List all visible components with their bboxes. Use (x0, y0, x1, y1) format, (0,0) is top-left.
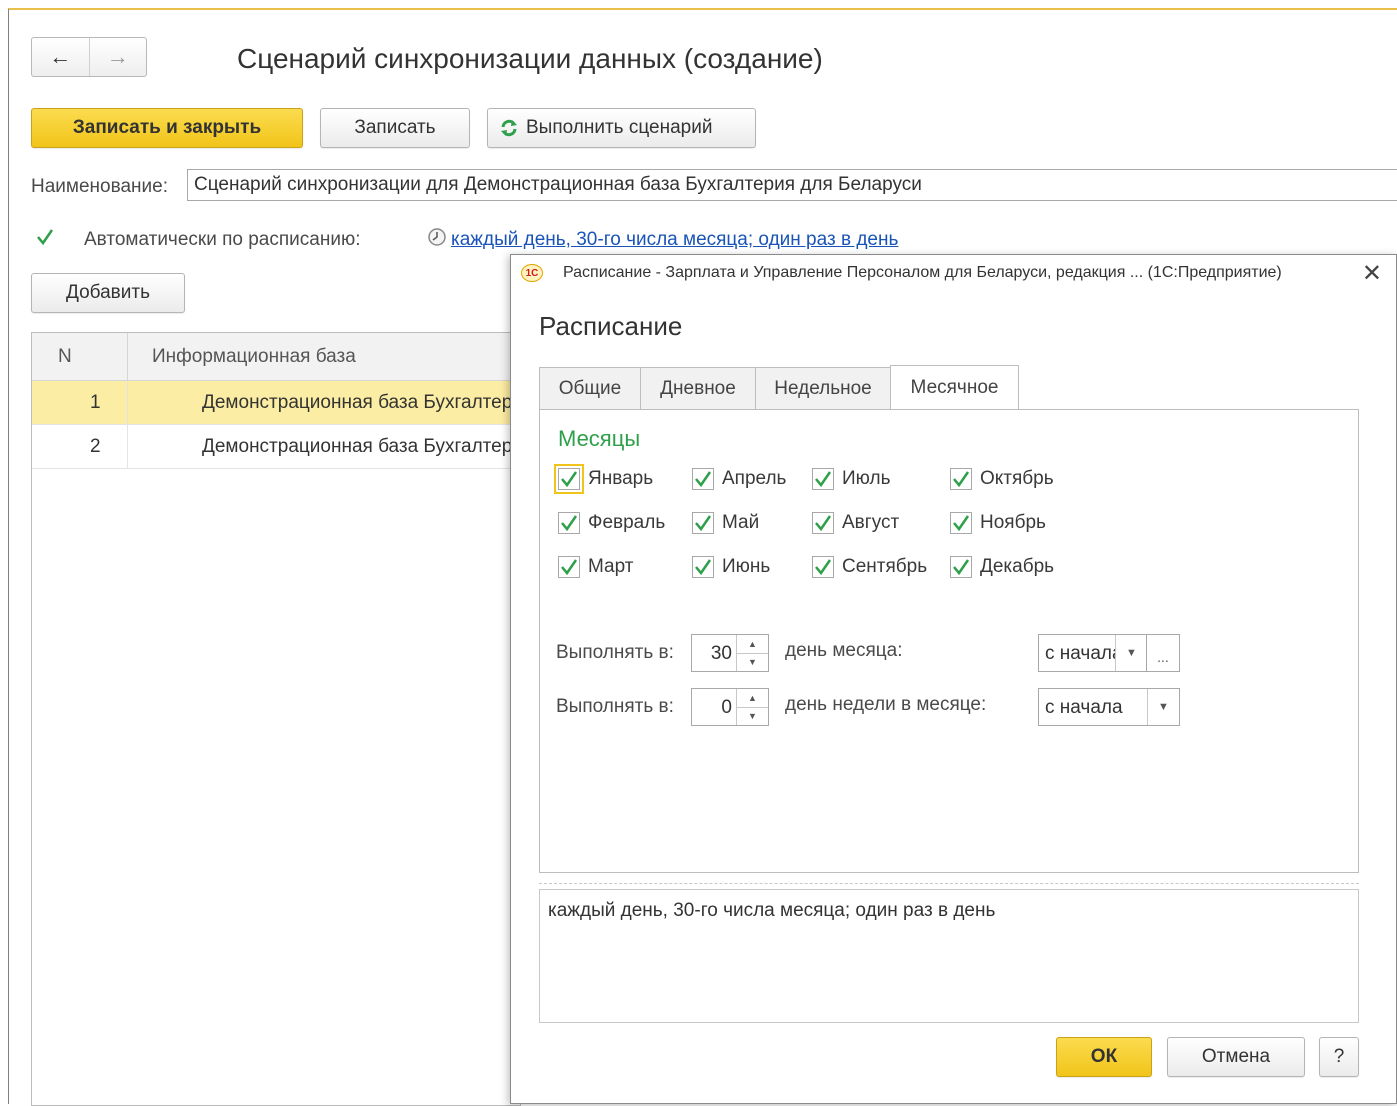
month-checkbox-january[interactable]: Январь (554, 464, 654, 494)
month-checkbox-december[interactable]: Декабрь (950, 552, 1054, 582)
refresh-icon (500, 119, 518, 137)
checkbox[interactable] (558, 556, 580, 578)
month-checkbox-june[interactable]: Июнь (692, 552, 770, 582)
tab-monthly[interactable]: Месячное (890, 365, 1019, 409)
spin-up-icon[interactable]: ▲ (737, 689, 768, 707)
dialog-titlebar[interactable]: 1С Расписание - Зарплата и Управление Пе… (511, 255, 1396, 293)
forward-arrow-icon[interactable]: → (88, 38, 147, 76)
dialog-heading: Расписание (539, 311, 683, 341)
checkbox[interactable] (950, 512, 972, 534)
info-bases-table: N Информационная база 1 Демонстрационная… (31, 332, 660, 1106)
month-label: Ноябрь (980, 512, 1046, 533)
schedule-dialog: 1С Расписание - Зарплата и Управление Пе… (510, 254, 1397, 1104)
spin-down-icon[interactable]: ▼ (737, 652, 768, 672)
monthly-tab-panel: Месяцы Январь Февраль Март Апрель Май Ию… (539, 409, 1359, 873)
table-row[interactable]: 1 Демонстрационная база Бухгалтерия для … (32, 381, 660, 425)
navigation-buttons: ← → (31, 37, 147, 77)
month-label: Апрель (722, 468, 787, 489)
day-of-month-stepper[interactable]: 30 ▲ ▼ (691, 634, 769, 672)
month-label: Октябрь (980, 468, 1054, 489)
tab-daily[interactable]: Дневное (640, 367, 756, 409)
help-button[interactable]: ? (1319, 1037, 1359, 1077)
month-checkbox-july[interactable]: Июль (812, 464, 890, 494)
divider (539, 883, 1359, 884)
checkbox[interactable] (692, 468, 714, 490)
row-number: 1 (90, 392, 101, 413)
schedule-link[interactable]: каждый день, 30-го числа месяца; один ра… (451, 229, 898, 251)
month-label: Июнь (722, 556, 771, 577)
month-checkbox-may[interactable]: Май (692, 508, 759, 538)
day-of-week-stepper[interactable]: 0 ▲ ▼ (691, 688, 769, 726)
month-label: Август (842, 512, 900, 533)
name-label: Наименование: (31, 176, 168, 197)
run-at-label: Выполнять в: (556, 642, 674, 663)
chevron-down-icon[interactable]: ▼ (1115, 635, 1147, 671)
checkbox[interactable] (554, 464, 584, 494)
day-of-week-label: день недели в месяце: (785, 694, 987, 715)
save-and-close-button[interactable]: Записать и закрыть (31, 108, 303, 148)
month-checkbox-march[interactable]: Март (558, 552, 633, 582)
run-scenario-label: Выполнить сценарий (526, 117, 713, 138)
month-checkbox-september[interactable]: Сентябрь (812, 552, 927, 582)
page-title: Сценарий синхронизации данных (создание) (237, 43, 823, 74)
month-label: Декабрь (980, 556, 1055, 577)
ellipsis-select-button[interactable]: ... (1146, 634, 1180, 672)
month-label: Январь (588, 468, 654, 489)
spin-down-icon[interactable]: ▼ (737, 706, 768, 726)
spin-up-icon[interactable]: ▲ (737, 635, 768, 653)
month-checkbox-february[interactable]: Февраль (558, 508, 665, 538)
month-checkbox-november[interactable]: Ноябрь (950, 508, 1046, 538)
checkbox[interactable] (812, 556, 834, 578)
tab-weekly[interactable]: Недельное (755, 367, 891, 409)
add-button[interactable]: Добавить (31, 273, 185, 313)
months-section-title: Месяцы (558, 426, 641, 451)
checkbox[interactable] (558, 512, 580, 534)
month-checkbox-april[interactable]: Апрель (692, 464, 786, 494)
day-of-month-from-select[interactable]: с начала ▼ (1038, 634, 1148, 672)
month-label: Март (588, 556, 634, 577)
day-of-week-value[interactable]: 0 (692, 689, 736, 725)
month-label: Сентябрь (842, 556, 928, 577)
dialog-window-title: Расписание - Зарплата и Управление Персо… (563, 264, 1282, 281)
column-header-info-base[interactable]: Информационная база (152, 346, 356, 368)
row-number: 2 (90, 436, 101, 457)
month-label: Июль (842, 468, 891, 489)
day-of-month-value[interactable]: 30 (692, 635, 736, 671)
column-header-n[interactable]: N (58, 346, 72, 368)
ok-button[interactable]: ОК (1056, 1037, 1152, 1077)
run-at-label: Выполнять в: (556, 696, 674, 717)
checkbox[interactable] (812, 512, 834, 534)
day-of-month-label: день месяца: (785, 640, 903, 661)
cancel-button[interactable]: Отмена (1167, 1037, 1305, 1077)
table-row[interactable]: 2 Демонстрационная база Бухгалтерия для … (32, 425, 660, 469)
day-of-month-from-value: с начала (1045, 643, 1115, 664)
tab-general[interactable]: Общие (539, 367, 641, 409)
close-icon[interactable]: ✕ (1362, 259, 1382, 288)
checkbox[interactable] (692, 512, 714, 534)
save-button[interactable]: Записать (320, 108, 470, 148)
auto-schedule-label: Автоматически по расписанию: (84, 229, 361, 250)
day-of-week-from-value: с начала (1045, 697, 1123, 718)
month-label: Май (722, 512, 760, 533)
table-header: N Информационная база (32, 333, 520, 381)
chevron-down-icon[interactable]: ▼ (1147, 689, 1179, 725)
1c-logo-icon: 1С (521, 264, 543, 282)
back-arrow-icon[interactable]: ← (32, 38, 89, 76)
schedule-description: каждый день, 30-го числа месяца; один ра… (539, 889, 1359, 1023)
run-scenario-button[interactable]: Выполнить сценарий (487, 108, 756, 148)
checkbox[interactable] (812, 468, 834, 490)
month-checkbox-october[interactable]: Октябрь (950, 464, 1054, 494)
checkbox[interactable] (692, 556, 714, 578)
month-label: Февраль (588, 512, 666, 533)
checkbox[interactable] (950, 556, 972, 578)
name-field[interactable]: Сценарий синхронизации для Демонстрацион… (187, 169, 1397, 201)
clock-icon (427, 227, 447, 253)
day-of-week-from-select[interactable]: с начала ▼ (1038, 688, 1180, 726)
month-checkbox-august[interactable]: Август (812, 508, 899, 538)
checkbox[interactable] (950, 468, 972, 490)
auto-schedule-checkbox[interactable] (34, 226, 56, 248)
